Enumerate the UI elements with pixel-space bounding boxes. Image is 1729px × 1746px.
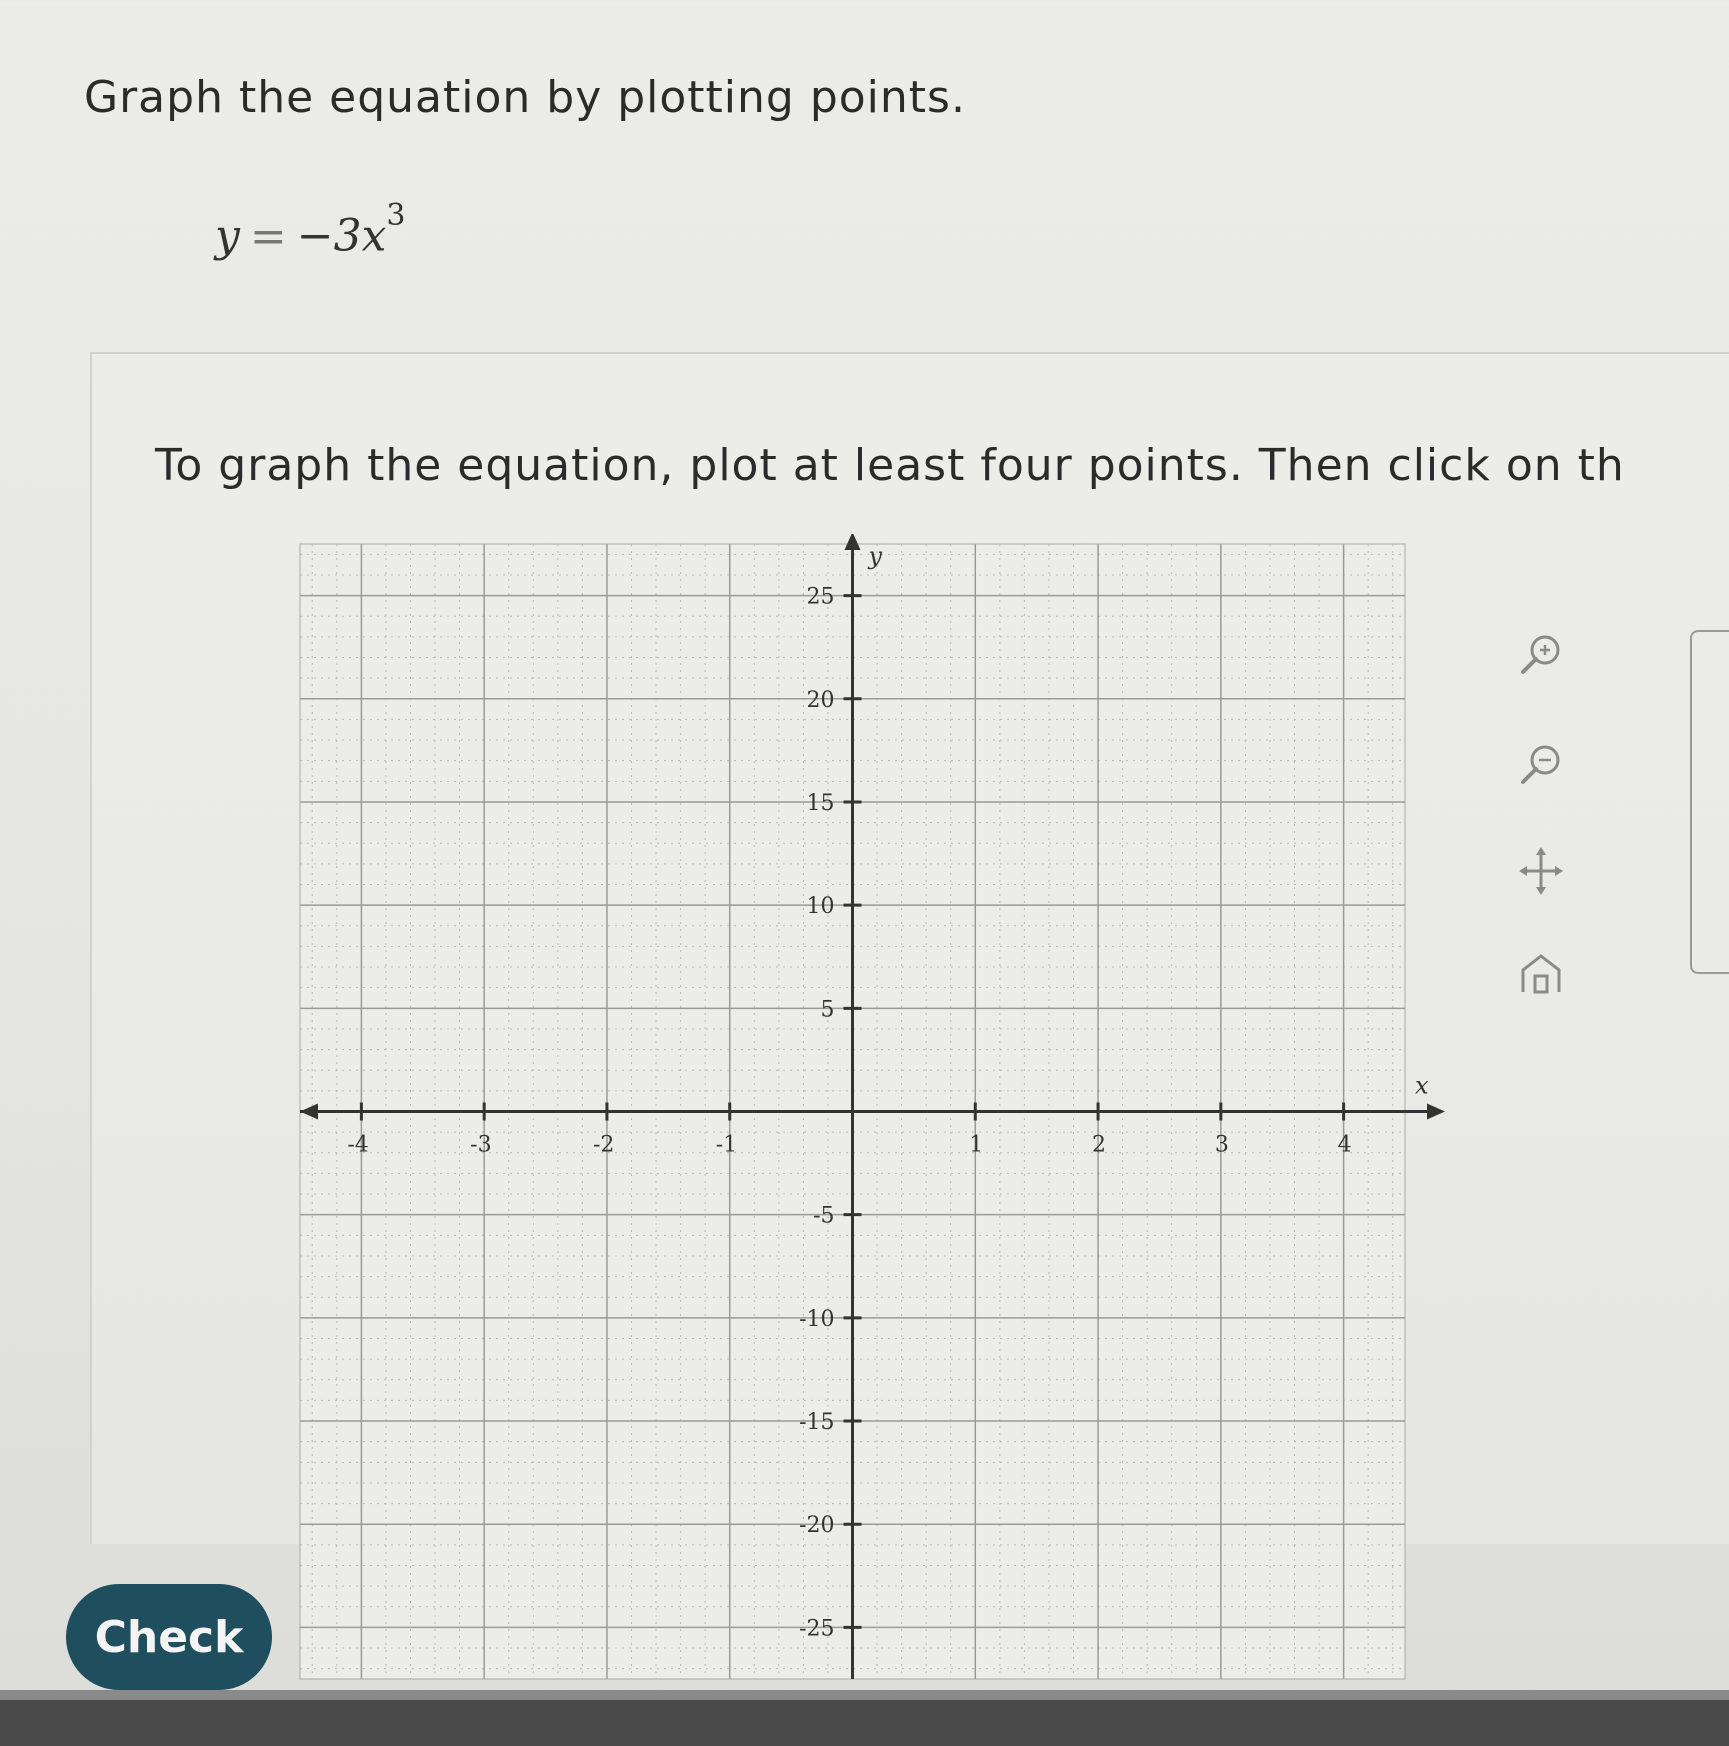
home-icon <box>1521 954 1561 994</box>
home-button[interactable] <box>1505 938 1577 1010</box>
y-tick-label: 5 <box>821 997 835 1022</box>
check-button[interactable]: Check <box>66 1584 272 1690</box>
x-tick-label: -4 <box>347 1133 368 1158</box>
x-axis-arrow <box>1427 1103 1445 1120</box>
y-tick-label: 25 <box>807 585 835 610</box>
x-tick-label: -1 <box>716 1133 737 1158</box>
bottom-bar-edge <box>0 1690 1729 1700</box>
move-button[interactable] <box>1505 835 1577 907</box>
zoom-out-icon <box>1521 745 1560 784</box>
question-prompt: Graph the equation by plotting points. <box>84 72 966 123</box>
zoom-in-button[interactable] <box>1505 620 1577 692</box>
x-tick-label: 3 <box>1215 1133 1229 1158</box>
instruction-text: To graph the equation, plot at least fou… <box>155 440 1625 491</box>
y-tick-label: -20 <box>799 1513 834 1538</box>
equation: y = −3x3 <box>215 198 406 262</box>
y-tick-label: 20 <box>807 688 835 713</box>
move-arrows-icon <box>1519 847 1563 895</box>
equation-exponent: 3 <box>386 198 406 233</box>
x-tick-label: -3 <box>470 1133 491 1158</box>
coordinate-grid[interactable]: -4 -3 -2 -1 1 2 3 4 -25 -20 -15 -10 -5 5 10 15 20 25 x y <box>295 532 1525 1684</box>
y-tick-label: -10 <box>799 1307 834 1332</box>
y-tick-label: -15 <box>799 1410 834 1435</box>
y-tick-label: 15 <box>807 791 835 816</box>
side-panel-tab[interactable] <box>1690 630 1729 974</box>
y-axis-arrow <box>844 532 861 550</box>
zoom-out-button[interactable] <box>1505 730 1577 802</box>
x-tick-label: -2 <box>593 1133 614 1158</box>
y-tick-label: 10 <box>807 894 835 919</box>
zoom-in-icon <box>1521 635 1560 674</box>
x-axis-label: x <box>1415 1072 1429 1100</box>
x-tick-label: 4 <box>1338 1133 1352 1158</box>
x-tick-label: 1 <box>969 1133 983 1158</box>
graph-area[interactable]: -4 -3 -2 -1 1 2 3 4 -25 -20 -15 -10 -5 5 10 15 20 25 x y <box>295 532 1525 1688</box>
equation-lhs: y <box>215 210 240 262</box>
y-axis-label: y <box>868 542 883 570</box>
x-tick-label: 2 <box>1092 1133 1106 1158</box>
equation-equals: = <box>249 210 287 262</box>
y-tick-label: -25 <box>799 1616 834 1641</box>
equation-rhs: −3x <box>296 210 387 262</box>
y-tick-label: -5 <box>813 1204 834 1229</box>
